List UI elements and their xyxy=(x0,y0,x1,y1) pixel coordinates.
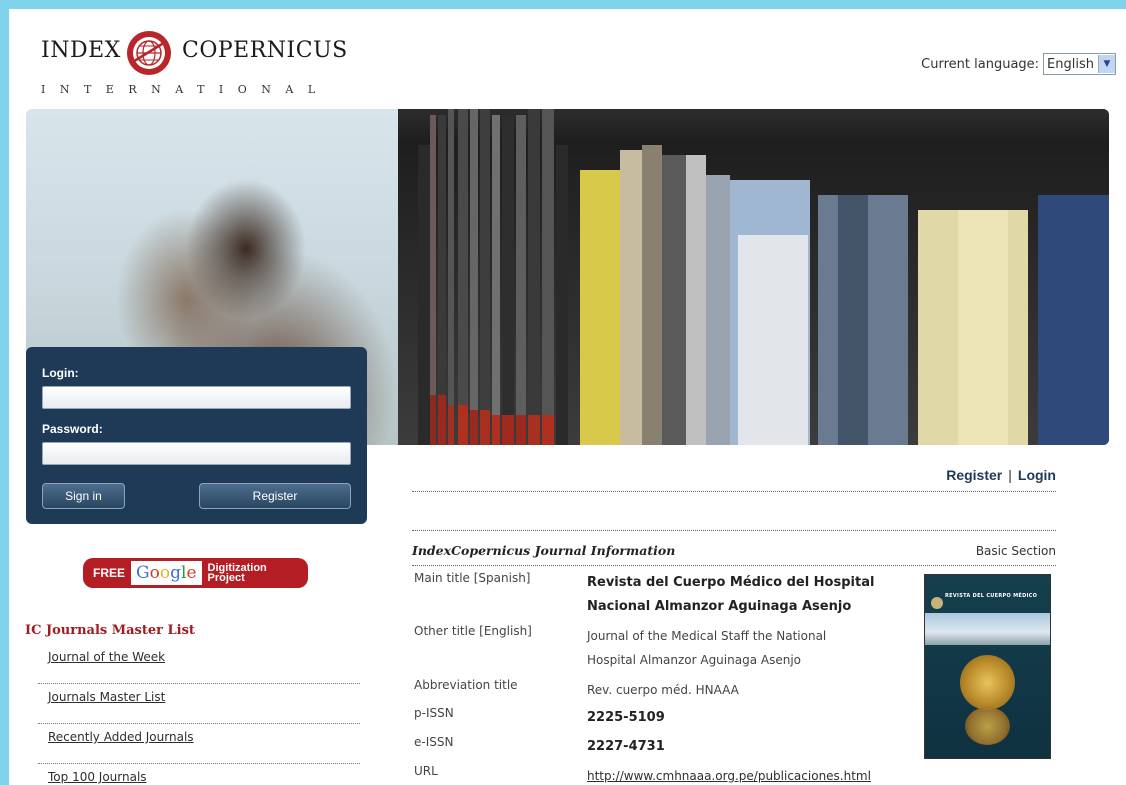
google-digitization-badge[interactable]: FREE Google Digitization Project xyxy=(83,558,308,588)
language-dropdown[interactable]: English ▼ xyxy=(1043,53,1116,75)
sidebar-link[interactable]: Recently Added Journals xyxy=(48,730,194,744)
info-value: Journal of the Medical Staff the Nationa… xyxy=(587,629,827,667)
sidebar-item-journals-master-list: Journals Master List xyxy=(38,684,360,724)
ic-journals-master-list-title: IC Journals Master List xyxy=(25,623,195,638)
register-button[interactable]: Register xyxy=(199,483,351,509)
info-value: http://www.cmhnaaa.org.pe/publicaciones.… xyxy=(587,764,917,785)
language-label: Current language: xyxy=(921,56,1040,72)
link-separator: | xyxy=(1008,467,1012,483)
banner-photo-bookshelf xyxy=(398,109,1109,445)
cover-hospital-photo xyxy=(925,613,1050,645)
sidebar-link[interactable]: Top 100 Journals xyxy=(48,770,147,784)
journal-info-title: IndexCopernicus Journal Information xyxy=(412,543,676,558)
info-value: 2227-4731 xyxy=(587,739,665,754)
sidebar-link[interactable]: Journal of the Week xyxy=(48,650,165,664)
sidebar-item-recently-added: Recently Added Journals xyxy=(38,724,360,764)
login-panel: Login: Password: Sign in Register xyxy=(26,347,367,524)
badge-digitization-text: Digitization Project xyxy=(207,562,267,584)
index-copernicus-logo[interactable]: INDEX COPERNICUS INTERNATIONAL xyxy=(41,27,347,107)
info-value: Revista del Cuerpo Médico del Hospital N… xyxy=(587,575,875,614)
info-value: 2225-5109 xyxy=(587,710,665,725)
sidebar-item-journal-of-the-week: Journal of the Week xyxy=(38,644,360,684)
sign-in-button[interactable]: Sign in xyxy=(42,483,125,509)
basic-section-label: Basic Section xyxy=(975,544,1056,558)
badge-free-label: FREE xyxy=(93,566,126,580)
chevron-down-icon[interactable]: ▼ xyxy=(1098,55,1115,73)
info-key: e-ISSN xyxy=(414,735,454,749)
account-links: Register | Login xyxy=(412,467,1056,492)
cover-gold-seal-reflection xyxy=(965,707,1010,745)
password-label: Password: xyxy=(42,422,103,436)
register-link[interactable]: Register xyxy=(946,467,1002,483)
cover-emblem xyxy=(931,597,943,609)
sidebar-link[interactable]: Journals Master List xyxy=(48,690,165,704)
password-input[interactable] xyxy=(42,442,351,465)
language-selector: Current language: English ▼ xyxy=(921,53,1116,75)
cover-title: REVISTA DEL CUERPO MÉDICO xyxy=(945,593,1038,599)
logo-subtitle: INTERNATIONAL xyxy=(41,83,330,96)
login-input[interactable] xyxy=(42,386,351,409)
journal-url-link[interactable]: http://www.cmhnaaa.org.pe/publicaciones.… xyxy=(587,769,871,783)
info-key: URL xyxy=(414,764,438,778)
journal-info-header: IndexCopernicus Journal Information Basi… xyxy=(412,541,1056,566)
info-key: Abbreviation title xyxy=(414,678,518,692)
logo-word-index: INDEX xyxy=(41,38,121,63)
info-key: Main title [Spanish] xyxy=(414,571,531,585)
sidebar-item-top-100: Top 100 Journals xyxy=(38,764,360,785)
sidebar-nav: Journal of the Week Journals Master List… xyxy=(38,644,360,785)
journal-cover-image: REVISTA DEL CUERPO MÉDICO xyxy=(924,574,1051,759)
divider xyxy=(412,530,1056,531)
page: INDEX COPERNICUS INTERNATIONAL Current l… xyxy=(9,9,1126,785)
login-label: Login: xyxy=(42,366,79,380)
logo-word-copernicus: COPERNICUS xyxy=(182,38,348,63)
language-value: English xyxy=(1047,56,1094,72)
google-logo: Google xyxy=(131,561,202,585)
info-value: Rev. cuerpo méd. HNAAA xyxy=(587,683,739,697)
globe-logo-icon xyxy=(127,31,171,75)
info-key: Other title [English] xyxy=(414,624,532,638)
login-link[interactable]: Login xyxy=(1018,467,1056,483)
info-key: p-ISSN xyxy=(414,706,454,720)
cover-gold-seal xyxy=(960,655,1015,710)
